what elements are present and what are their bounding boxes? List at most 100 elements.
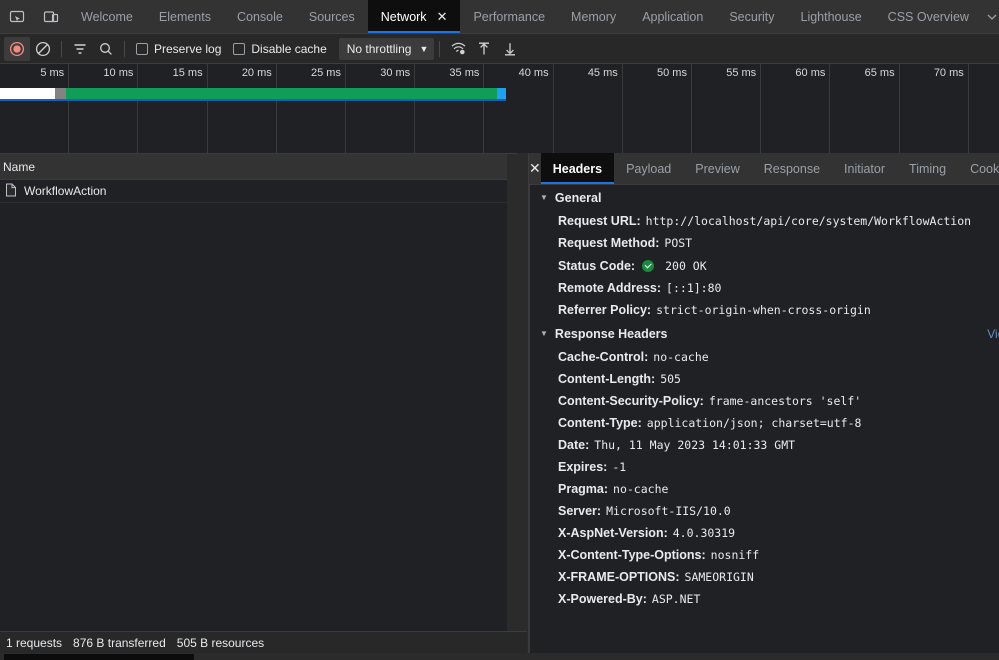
tab-elements[interactable]: Elements [146, 0, 224, 33]
horizontal-scrollbar[interactable] [0, 653, 999, 660]
header-value: Microsoft-IIS/10.0 [606, 504, 731, 518]
header-key: X-AspNet-Version: [558, 526, 668, 540]
network-status-bar: 1 requests 876 B transferred 505 B resou… [0, 631, 527, 653]
header-row: X-FRAME-OPTIONS: SAMEORIGIN [530, 566, 999, 588]
header-row: X-Content-Type-Options: nosniff [530, 544, 999, 566]
device-toolbar-icon[interactable] [34, 0, 68, 33]
header-row: Request URL: http://localhost/api/core/sy… [530, 210, 999, 232]
throttling-value: No throttling [346, 41, 412, 56]
wifi-settings-icon[interactable] [445, 37, 471, 61]
pane-splitter[interactable] [517, 153, 528, 653]
filter-icon[interactable] [67, 37, 93, 61]
clear-icon[interactable] [30, 37, 56, 61]
header-key: Request Method: [558, 236, 660, 250]
column-header-name: Name [3, 159, 36, 174]
ruler-tick: 20 ms [208, 64, 277, 153]
tab-welcome[interactable]: Welcome [68, 0, 146, 33]
section-header[interactable]: ▼ General [530, 185, 999, 210]
toolbar-divider [124, 40, 125, 57]
header-key: Status Code: [558, 259, 636, 273]
tab-label: Network [380, 9, 427, 24]
tab-response[interactable]: Response [752, 153, 832, 184]
tab-initiator[interactable]: Initiator [832, 153, 897, 184]
ruler-tick: 25 ms [277, 64, 346, 153]
request-list-scrollbar[interactable] [507, 154, 517, 636]
tab-cookies[interactable]: Cookies [958, 153, 999, 184]
ruler-tick-label: 15 ms [172, 67, 203, 79]
tab-headers[interactable]: Headers [540, 153, 615, 184]
disable-cache-checkbox[interactable]: Disable cache [227, 42, 332, 56]
header-row: Expires: -1 [530, 456, 999, 478]
ruler-tick: 35 ms [415, 64, 485, 153]
header-row: X-AspNet-Version: 4.0.30319 [530, 522, 999, 544]
section-title: Response Headers [554, 326, 668, 341]
details-tabbar: ✕ Headers Payload Preview Response Initi… [529, 153, 999, 185]
close-icon[interactable]: ✕ [437, 10, 448, 23]
header-value: 200 OK [665, 259, 707, 273]
ruler-tick-label: 50 ms [657, 67, 687, 79]
toolbar-divider [61, 40, 62, 57]
section-header[interactable]: ▼ Response Headers View [530, 321, 999, 346]
header-key: Pragma: [558, 482, 609, 496]
tab-application[interactable]: Application [629, 0, 716, 33]
chevron-down-icon: ▼ [419, 43, 429, 54]
overview-baseline [0, 99, 506, 101]
tab-network[interactable]: Network ✕ [367, 0, 461, 33]
header-row: Remote Address: [::1]:80 [530, 277, 999, 299]
overview-segment-download [66, 88, 497, 99]
ruler-tick: 70 ms [900, 64, 969, 153]
download-har-icon[interactable] [497, 37, 523, 61]
tab-label: CSS Overview [887, 9, 969, 24]
tab-payload[interactable]: Payload [614, 153, 683, 184]
table-row[interactable]: WorkflowAction [0, 180, 517, 203]
header-value: ASP.NET [651, 592, 701, 606]
checkbox-box [136, 42, 148, 55]
tab-security[interactable]: Security [716, 0, 787, 33]
request-list-header[interactable]: Name [0, 154, 517, 180]
tab-css-overview[interactable]: CSS Overview [875, 0, 982, 33]
header-key: X-Content-Type-Options: [558, 548, 706, 562]
scrollbar-thumb[interactable] [4, 654, 194, 660]
header-key: Expires: [558, 460, 608, 474]
ruler-tick: 5 ms [0, 64, 70, 153]
view-source-link[interactable]: View [987, 327, 999, 341]
upload-har-icon[interactable] [471, 37, 497, 61]
header-value: no-cache [613, 482, 669, 496]
throttling-select[interactable]: No throttling ▼ [338, 37, 435, 60]
tab-label: Headers [552, 161, 603, 176]
tab-timing[interactable]: Timing [897, 153, 958, 184]
status-transferred: 876 B transferred [73, 635, 166, 650]
overview-segment-stalled [55, 88, 66, 99]
close-icon[interactable]: ✕ [529, 153, 541, 184]
tab-sources[interactable]: Sources [296, 0, 368, 33]
timeline-ruler: 5 ms 10 ms 15 ms 20 ms 25 ms 30 ms 35 ms 40 ms 4… [0, 64, 999, 153]
request-list-pane: Name WorkflowAction [0, 153, 517, 636]
header-value: Thu, 11 May 2023 14:01:33 GMT [594, 438, 796, 452]
tab-label: Performance [473, 9, 546, 24]
search-icon[interactable] [93, 37, 119, 61]
ruler-tick: 45 ms [554, 64, 623, 153]
tab-memory[interactable]: Memory [558, 0, 629, 33]
header-key: Content-Length: [558, 372, 656, 386]
ruler-tick: 65 ms [830, 64, 900, 153]
ruler-tick: 40 ms [484, 64, 554, 153]
header-row: Referrer Policy: strict-origin-when-cross… [530, 299, 999, 321]
record-stop-icon[interactable] [4, 36, 30, 61]
network-overview[interactable]: 5 ms 10 ms 15 ms 20 ms 25 ms 30 ms 35 ms 40 ms 4… [0, 64, 999, 153]
tab-performance[interactable]: Performance [460, 0, 558, 33]
more-tabs-icon[interactable] [985, 0, 999, 34]
ruler-tick-label: 45 ms [587, 67, 618, 79]
preserve-log-checkbox[interactable]: Preserve log [130, 42, 227, 56]
section-title: General [554, 190, 602, 205]
header-key: Date: [558, 438, 590, 452]
header-value: nosniff [710, 548, 760, 562]
ruler-tick-label: 35 ms [449, 67, 480, 79]
green-check-icon [642, 260, 655, 272]
inspect-icon[interactable] [0, 0, 34, 33]
header-row: X-Powered-By: ASP.NET [530, 588, 999, 610]
header-value: application/json; charset=utf-8 [646, 416, 862, 430]
tab-console[interactable]: Console [224, 0, 296, 33]
tab-lighthouse[interactable]: Lighthouse [788, 0, 875, 33]
tab-preview[interactable]: Preview [683, 153, 751, 184]
request-name: WorkflowAction [24, 184, 107, 198]
